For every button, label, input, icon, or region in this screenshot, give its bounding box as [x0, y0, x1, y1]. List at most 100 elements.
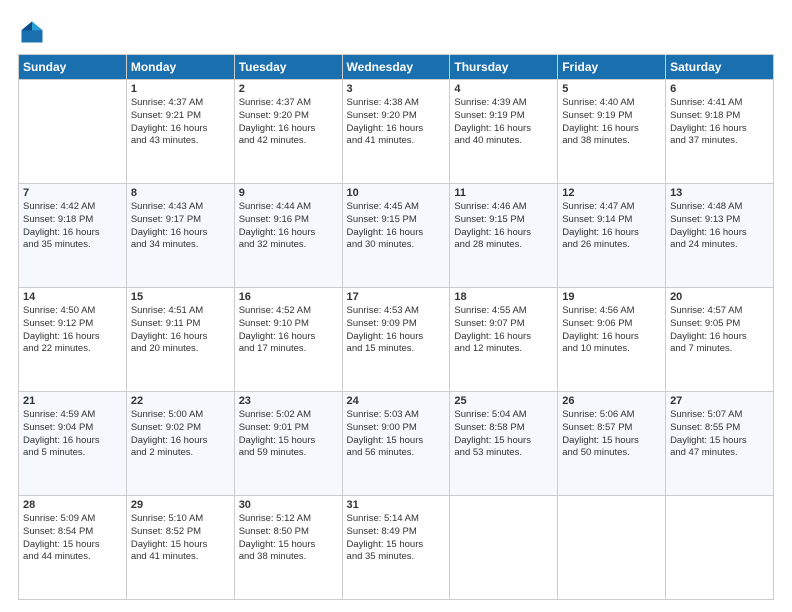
- day-number: 30: [239, 499, 338, 511]
- table-row: 19Sunrise: 4:56 AMSunset: 9:06 PMDayligh…: [558, 288, 666, 392]
- table-row: 6Sunrise: 4:41 AMSunset: 9:18 PMDaylight…: [666, 80, 774, 184]
- day-number: 26: [562, 395, 661, 407]
- table-row: 23Sunrise: 5:02 AMSunset: 9:01 PMDayligh…: [234, 392, 342, 496]
- table-row: [19, 80, 127, 184]
- day-number: 2: [239, 83, 338, 95]
- sunrise-text: Sunrise: 4:37 AM: [239, 97, 338, 110]
- sunset-text: Sunset: 9:16 PM: [239, 214, 338, 227]
- sunset-text: Sunset: 8:50 PM: [239, 526, 338, 539]
- daylight-text-2: and 32 minutes.: [239, 239, 338, 252]
- daylight-text-1: Daylight: 16 hours: [562, 123, 661, 136]
- day-number: 21: [23, 395, 122, 407]
- sunrise-text: Sunrise: 4:39 AM: [454, 97, 553, 110]
- daylight-text-2: and 43 minutes.: [131, 135, 230, 148]
- day-number: 7: [23, 187, 122, 199]
- daylight-text-1: Daylight: 16 hours: [23, 435, 122, 448]
- calendar-week-row: 14Sunrise: 4:50 AMSunset: 9:12 PMDayligh…: [19, 288, 774, 392]
- table-row: 15Sunrise: 4:51 AMSunset: 9:11 PMDayligh…: [126, 288, 234, 392]
- day-number: 29: [131, 499, 230, 511]
- sunrise-text: Sunrise: 4:47 AM: [562, 201, 661, 214]
- sunrise-text: Sunrise: 5:10 AM: [131, 513, 230, 526]
- sunset-text: Sunset: 9:17 PM: [131, 214, 230, 227]
- sunset-text: Sunset: 9:06 PM: [562, 318, 661, 331]
- header-sunday: Sunday: [19, 55, 127, 80]
- day-number: 1: [131, 83, 230, 95]
- sunrise-text: Sunrise: 4:42 AM: [23, 201, 122, 214]
- daylight-text-1: Daylight: 15 hours: [347, 435, 446, 448]
- sunrise-text: Sunrise: 4:38 AM: [347, 97, 446, 110]
- sunrise-text: Sunrise: 4:59 AM: [23, 409, 122, 422]
- sunset-text: Sunset: 9:04 PM: [23, 422, 122, 435]
- sunset-text: Sunset: 9:20 PM: [347, 110, 446, 123]
- sunset-text: Sunset: 9:15 PM: [454, 214, 553, 227]
- sunset-text: Sunset: 8:49 PM: [347, 526, 446, 539]
- day-number: 28: [23, 499, 122, 511]
- daylight-text-2: and 38 minutes.: [562, 135, 661, 148]
- day-number: 10: [347, 187, 446, 199]
- table-row: 12Sunrise: 4:47 AMSunset: 9:14 PMDayligh…: [558, 184, 666, 288]
- sunrise-text: Sunrise: 4:41 AM: [670, 97, 769, 110]
- table-row: 22Sunrise: 5:00 AMSunset: 9:02 PMDayligh…: [126, 392, 234, 496]
- logo-icon: [18, 18, 46, 46]
- day-number: 24: [347, 395, 446, 407]
- sunrise-text: Sunrise: 4:50 AM: [23, 305, 122, 318]
- sunrise-text: Sunrise: 4:55 AM: [454, 305, 553, 318]
- daylight-text-1: Daylight: 16 hours: [347, 227, 446, 240]
- header-tuesday: Tuesday: [234, 55, 342, 80]
- day-number: 31: [347, 499, 446, 511]
- sunrise-text: Sunrise: 4:52 AM: [239, 305, 338, 318]
- day-number: 13: [670, 187, 769, 199]
- day-number: 3: [347, 83, 446, 95]
- daylight-text-2: and 10 minutes.: [562, 343, 661, 356]
- sunrise-text: Sunrise: 4:48 AM: [670, 201, 769, 214]
- table-row: 31Sunrise: 5:14 AMSunset: 8:49 PMDayligh…: [342, 496, 450, 600]
- daylight-text-2: and 22 minutes.: [23, 343, 122, 356]
- sunrise-text: Sunrise: 5:07 AM: [670, 409, 769, 422]
- daylight-text-2: and 41 minutes.: [347, 135, 446, 148]
- daylight-text-2: and 24 minutes.: [670, 239, 769, 252]
- daylight-text-1: Daylight: 16 hours: [562, 227, 661, 240]
- sunset-text: Sunset: 9:13 PM: [670, 214, 769, 227]
- table-row: 13 Sunrise: 4:48 AMSunset: 9:13 PMDayligh…: [666, 184, 774, 288]
- daylight-text-1: Daylight: 16 hours: [670, 123, 769, 136]
- logo: [18, 18, 50, 46]
- day-number: 11: [454, 187, 553, 199]
- table-row: 10Sunrise: 4:45 AMSunset: 9:15 PMDayligh…: [342, 184, 450, 288]
- daylight-text-2: and 37 minutes.: [670, 135, 769, 148]
- daylight-text-1: Daylight: 16 hours: [131, 227, 230, 240]
- table-row: 4Sunrise: 4:39 AMSunset: 9:19 PMDaylight…: [450, 80, 558, 184]
- table-row: 30Sunrise: 5:12 AMSunset: 8:50 PMDayligh…: [234, 496, 342, 600]
- daylight-text-1: Daylight: 16 hours: [347, 331, 446, 344]
- daylight-text-2: and 12 minutes.: [454, 343, 553, 356]
- daylight-text-2: and 20 minutes.: [131, 343, 230, 356]
- daylight-text-1: Daylight: 15 hours: [131, 539, 230, 552]
- day-number: 14: [23, 291, 122, 303]
- sunset-text: Sunset: 9:09 PM: [347, 318, 446, 331]
- daylight-text-1: Daylight: 16 hours: [23, 331, 122, 344]
- day-number: 12: [562, 187, 661, 199]
- sunrise-text: Sunrise: 4:40 AM: [562, 97, 661, 110]
- header: [18, 18, 774, 46]
- daylight-text-1: Daylight: 16 hours: [670, 227, 769, 240]
- daylight-text-1: Daylight: 16 hours: [239, 123, 338, 136]
- daylight-text-1: Daylight: 15 hours: [454, 435, 553, 448]
- daylight-text-2: and 7 minutes.: [670, 343, 769, 356]
- sunset-text: Sunset: 9:20 PM: [239, 110, 338, 123]
- day-number: 18: [454, 291, 553, 303]
- daylight-text-1: Daylight: 15 hours: [670, 435, 769, 448]
- header-thursday: Thursday: [450, 55, 558, 80]
- sunrise-text: Sunrise: 4:57 AM: [670, 305, 769, 318]
- daylight-text-1: Daylight: 16 hours: [454, 227, 553, 240]
- daylight-text-1: Daylight: 16 hours: [454, 123, 553, 136]
- daylight-text-2: and 30 minutes.: [347, 239, 446, 252]
- daylight-text-2: and 38 minutes.: [239, 551, 338, 564]
- daylight-text-2: and 26 minutes.: [562, 239, 661, 252]
- sunrise-text: Sunrise: 5:03 AM: [347, 409, 446, 422]
- day-number: 20: [670, 291, 769, 303]
- day-number: 17: [347, 291, 446, 303]
- page: Sunday Monday Tuesday Wednesday Thursday…: [0, 0, 792, 612]
- day-number: 15: [131, 291, 230, 303]
- header-monday: Monday: [126, 55, 234, 80]
- daylight-text-1: Daylight: 15 hours: [239, 435, 338, 448]
- table-row: [558, 496, 666, 600]
